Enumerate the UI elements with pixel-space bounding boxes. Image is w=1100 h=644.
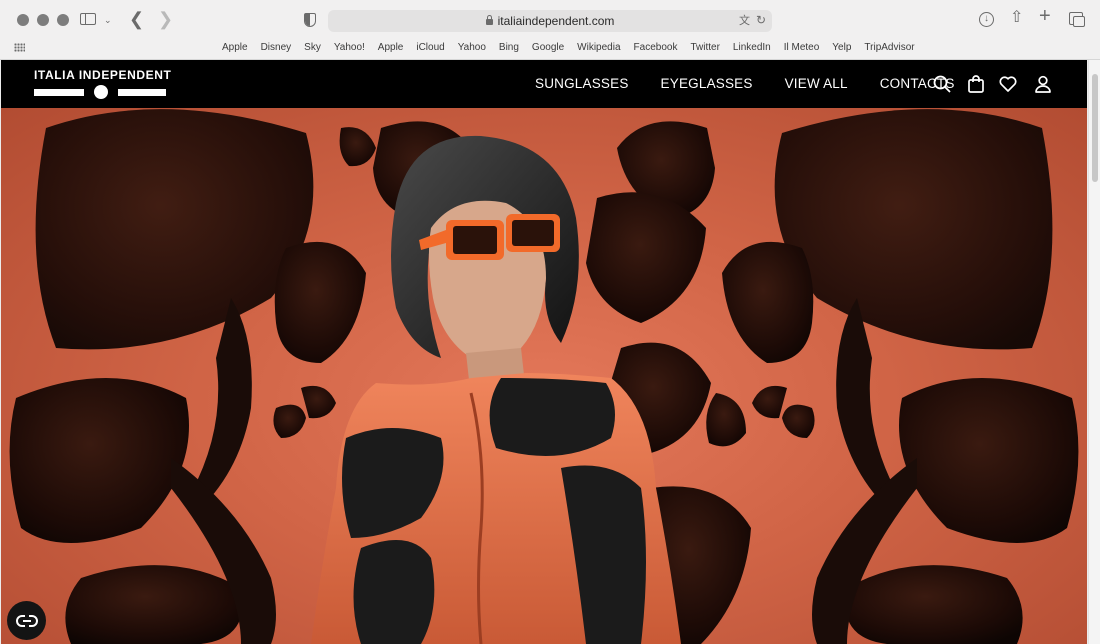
address-bar[interactable]: italiaindependent.com 文 ↻ [328,10,772,32]
favorites-grid-icon[interactable] [14,43,25,52]
nav-sunglasses[interactable]: SUNGLASSES [535,76,629,91]
nav-eyeglasses[interactable]: EYEGLASSES [661,76,753,91]
favorite-link[interactable]: Apple [222,42,248,53]
lock-icon [485,15,493,25]
sidebar-toggle-icon[interactable] [80,13,96,25]
favorites-bar: Apple Disney Sky Yahoo! Apple iCloud Yah… [222,42,928,53]
favorite-link[interactable]: Wikipedia [577,42,620,53]
accessibility-icon [15,614,38,627]
favorite-link[interactable]: TripAdvisor [864,42,914,53]
new-tab-icon[interactable]: + [1039,6,1051,26]
heart-icon[interactable] [998,74,1018,94]
search-icon[interactable] [932,74,952,94]
reload-icon[interactable]: ↻ [756,12,766,28]
window-controls [17,14,69,26]
favorite-link[interactable]: Bing [499,42,519,53]
favorite-link[interactable]: Yahoo [458,42,486,53]
favorite-link[interactable]: Apple [378,42,404,53]
favorite-link[interactable]: Yahoo! [334,42,365,53]
favorite-link[interactable]: Facebook [634,42,678,53]
close-window-button[interactable] [17,14,29,26]
url-text: italiaindependent.com [497,14,615,28]
share-icon[interactable]: ⇧ [1010,10,1023,26]
download-icon[interactable]: ↓ [979,12,994,27]
site-header: ITALIA INDEPENDENT SUNGLASSES EYEGLASSES… [1,60,1087,108]
back-button[interactable]: ❮ [129,10,144,28]
browser-toolbar: ⌄ ❮ ❯ italiaindependent.com 文 ↻ ↓ ⇧ + Ap… [0,0,1100,60]
favorite-link[interactable]: Yelp [832,42,851,53]
nav-view-all[interactable]: VIEW ALL [785,76,848,91]
scrollbar-thumb[interactable] [1092,74,1098,182]
site-logo-text[interactable]: ITALIA INDEPENDENT [34,68,171,82]
hero-image [9,109,1079,644]
page-scrollbar[interactable] [1088,60,1100,644]
forward-button[interactable]: ❯ [158,10,173,28]
web-page: ITALIA INDEPENDENT SUNGLASSES EYEGLASSES… [1,60,1087,644]
privacy-shield-icon[interactable] [304,13,316,27]
user-icon[interactable] [1033,74,1053,94]
minimize-window-button[interactable] [37,14,49,26]
tab-overview-icon[interactable] [1069,12,1085,27]
bag-icon[interactable] [966,74,986,94]
chevron-down-icon[interactable]: ⌄ [104,12,112,28]
favorite-link[interactable]: Twitter [690,42,719,53]
hero-banner [1,108,1087,644]
translate-icon[interactable]: 文 [739,13,750,29]
favorite-link[interactable]: Il Meteo [784,42,820,53]
favorite-link[interactable]: Disney [261,42,292,53]
favorite-link[interactable]: iCloud [416,42,444,53]
accessibility-button[interactable] [7,601,46,640]
favorite-link[interactable]: Sky [304,42,321,53]
main-nav: SUNGLASSES EYEGLASSES VIEW ALL CONTACTS [535,76,987,91]
favorite-link[interactable]: LinkedIn [733,42,771,53]
zoom-window-button[interactable] [57,14,69,26]
logo-mark[interactable] [34,85,166,99]
favorite-link[interactable]: Google [532,42,564,53]
